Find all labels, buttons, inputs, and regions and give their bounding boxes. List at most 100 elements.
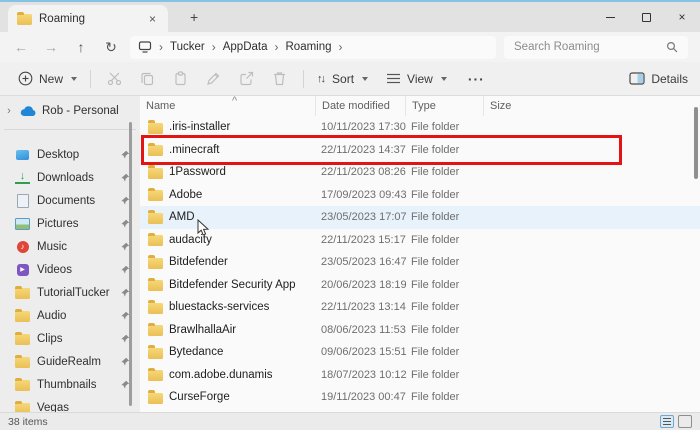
folder-icon bbox=[15, 288, 30, 299]
close-button[interactable]: × bbox=[664, 2, 700, 32]
table-row[interactable]: Bytedance 09/06/2023 15:51 File folder bbox=[140, 341, 700, 364]
folder-icon bbox=[148, 393, 163, 404]
sidebar-item-guiderealm[interactable]: GuideRealm bbox=[0, 350, 140, 373]
navigation-sidebar: › Rob - Personal Desktop Downloads Docum… bbox=[0, 96, 140, 412]
rename-button[interactable] bbox=[197, 67, 230, 90]
trash-icon bbox=[272, 71, 287, 86]
sidebar-item-audio[interactable]: Audio bbox=[0, 304, 140, 327]
file-date-modified: 22/11/2023 13:14 bbox=[315, 301, 405, 313]
file-name: Bitdefender bbox=[169, 256, 228, 268]
back-button[interactable]: ← bbox=[6, 39, 36, 55]
file-date-modified: 23/05/2023 16:47 bbox=[315, 256, 405, 268]
large-icons-view-toggle[interactable] bbox=[678, 415, 692, 428]
sidebar-item-pictures[interactable]: Pictures bbox=[0, 212, 140, 235]
view-button-label: View bbox=[407, 72, 433, 86]
folder-icon bbox=[148, 213, 163, 224]
mouse-cursor bbox=[197, 219, 210, 237]
table-row[interactable]: 1Password 22/11/2023 08:26 File folder bbox=[140, 161, 700, 184]
table-row[interactable]: BrawlhallaAir 08/06/2023 11:53 File fold… bbox=[140, 319, 700, 342]
sidebar-item-label: Vegas bbox=[37, 402, 69, 413]
view-button[interactable]: View bbox=[380, 68, 453, 90]
file-type: File folder bbox=[405, 346, 483, 358]
table-row[interactable]: Bitdefender 23/05/2023 16:47 File folder bbox=[140, 251, 700, 274]
expand-chevron-icon[interactable]: › bbox=[4, 105, 14, 117]
cut-button[interactable] bbox=[98, 67, 131, 90]
onedrive-label: Rob - Personal bbox=[42, 105, 119, 117]
sidebar-item-downloads[interactable]: Downloads bbox=[0, 166, 140, 189]
table-row[interactable]: Bitdefender Security App 20/06/2023 18:1… bbox=[140, 274, 700, 297]
sidebar-item-music[interactable]: Music bbox=[0, 235, 140, 258]
folder-icon bbox=[148, 348, 163, 359]
table-row[interactable]: audacity 22/11/2023 15:17 File folder bbox=[140, 229, 700, 252]
file-explorer-window: Roaming × + × ← → ↑ ↻ › Tucker › AppData › R… bbox=[0, 0, 700, 430]
folder-icon bbox=[15, 403, 30, 412]
sidebar-item-documents[interactable]: Documents bbox=[0, 189, 140, 212]
copy-button[interactable] bbox=[131, 67, 164, 90]
sidebar-item-label: Clips bbox=[37, 333, 63, 345]
column-header-date-modified[interactable]: Date modified bbox=[315, 96, 405, 116]
breadcrumb-item[interactable]: Roaming bbox=[286, 41, 332, 53]
tab-close-icon[interactable]: × bbox=[146, 12, 159, 26]
breadcrumb[interactable]: › Tucker›AppData›Roaming› bbox=[130, 36, 496, 59]
sidebar-item-tutorialtucker[interactable]: TutorialTucker bbox=[0, 281, 140, 304]
file-date-modified: 10/11/2023 17:30 bbox=[315, 121, 405, 133]
chevron-right-icon[interactable]: › bbox=[339, 40, 343, 54]
table-row[interactable]: .minecraft 22/11/2023 14:37 File folder bbox=[140, 139, 700, 162]
file-name: CurseForge bbox=[169, 391, 230, 403]
file-date-modified: 22/11/2023 15:17 bbox=[315, 234, 405, 246]
folder-icon bbox=[148, 123, 163, 134]
file-name: Bitdefender Security App bbox=[169, 279, 296, 291]
more-options-button[interactable]: ··· bbox=[459, 67, 494, 91]
sort-button[interactable]: ↑↓ Sort bbox=[311, 68, 374, 90]
toolbar-separator bbox=[90, 70, 91, 88]
refresh-button[interactable]: ↻ bbox=[96, 39, 126, 56]
sidebar-item-onedrive[interactable]: › Rob - Personal bbox=[0, 100, 140, 122]
new-button[interactable]: New bbox=[12, 67, 83, 90]
file-name: .minecraft bbox=[169, 144, 220, 156]
column-header-name[interactable]: Name bbox=[140, 96, 315, 116]
details-pane-button[interactable]: Details bbox=[629, 72, 688, 86]
file-list-pane: ^ Name Date modified Type Size .iris-ins… bbox=[140, 96, 700, 412]
table-row[interactable]: bluestacks-services 22/11/2023 13:14 Fil… bbox=[140, 296, 700, 319]
details-view-toggle[interactable] bbox=[660, 415, 674, 428]
table-row[interactable]: CurseForge 19/11/2023 00:47 File folder bbox=[140, 386, 700, 409]
paste-button[interactable] bbox=[164, 67, 197, 90]
forward-button[interactable]: → bbox=[36, 39, 66, 55]
file-date-modified: 17/09/2023 09:43 bbox=[315, 189, 405, 201]
details-pane-icon bbox=[629, 72, 645, 85]
file-type: File folder bbox=[405, 391, 483, 403]
sidebar-item-clips[interactable]: Clips bbox=[0, 327, 140, 350]
chevron-down-icon bbox=[441, 77, 447, 81]
minimize-button[interactable] bbox=[592, 2, 628, 32]
column-header-type[interactable]: Type bbox=[405, 96, 483, 116]
sidebar-item-desktop[interactable]: Desktop bbox=[0, 143, 140, 166]
delete-button[interactable] bbox=[263, 67, 296, 90]
file-list-scrollbar[interactable] bbox=[694, 107, 698, 179]
search-input[interactable]: Search Roaming bbox=[504, 36, 688, 59]
table-row[interactable]: .iris-installer 10/11/2023 17:30 File fo… bbox=[140, 116, 700, 139]
chevron-right-icon[interactable]: › bbox=[275, 40, 279, 54]
table-row[interactable]: Adobe 17/09/2023 09:43 File folder bbox=[140, 184, 700, 207]
view-toggles bbox=[660, 415, 692, 428]
sidebar-item-videos[interactable]: Videos bbox=[0, 258, 140, 281]
chevron-right-icon[interactable]: › bbox=[212, 40, 216, 54]
column-header-size[interactable]: Size bbox=[483, 96, 700, 116]
breadcrumb-item[interactable]: Tucker bbox=[170, 41, 205, 53]
sidebar-item-vegas[interactable]: Vegas bbox=[0, 396, 140, 412]
table-row[interactable]: com.adobe.dunamis 18/07/2023 10:12 File … bbox=[140, 364, 700, 387]
share-button[interactable] bbox=[230, 67, 263, 90]
file-name: Adobe bbox=[169, 189, 202, 201]
up-button[interactable]: ↑ bbox=[66, 39, 96, 55]
table-row[interactable]: AMD 23/05/2023 17:07 File folder bbox=[140, 206, 700, 229]
sidebar-scrollbar[interactable] bbox=[129, 122, 132, 406]
tab-roaming[interactable]: Roaming × bbox=[8, 5, 168, 32]
file-rows: .iris-installer 10/11/2023 17:30 File fo… bbox=[140, 116, 700, 409]
search-placeholder: Search Roaming bbox=[514, 41, 600, 53]
sidebar-item-thumbnails[interactable]: Thumbnails bbox=[0, 373, 140, 396]
breadcrumb-item[interactable]: AppData bbox=[223, 41, 268, 53]
new-tab-button[interactable]: + bbox=[182, 7, 206, 27]
rename-icon bbox=[206, 71, 221, 86]
tab-bar: Roaming × + × bbox=[0, 2, 700, 32]
maximize-button[interactable] bbox=[628, 2, 664, 32]
file-type: File folder bbox=[405, 211, 483, 223]
